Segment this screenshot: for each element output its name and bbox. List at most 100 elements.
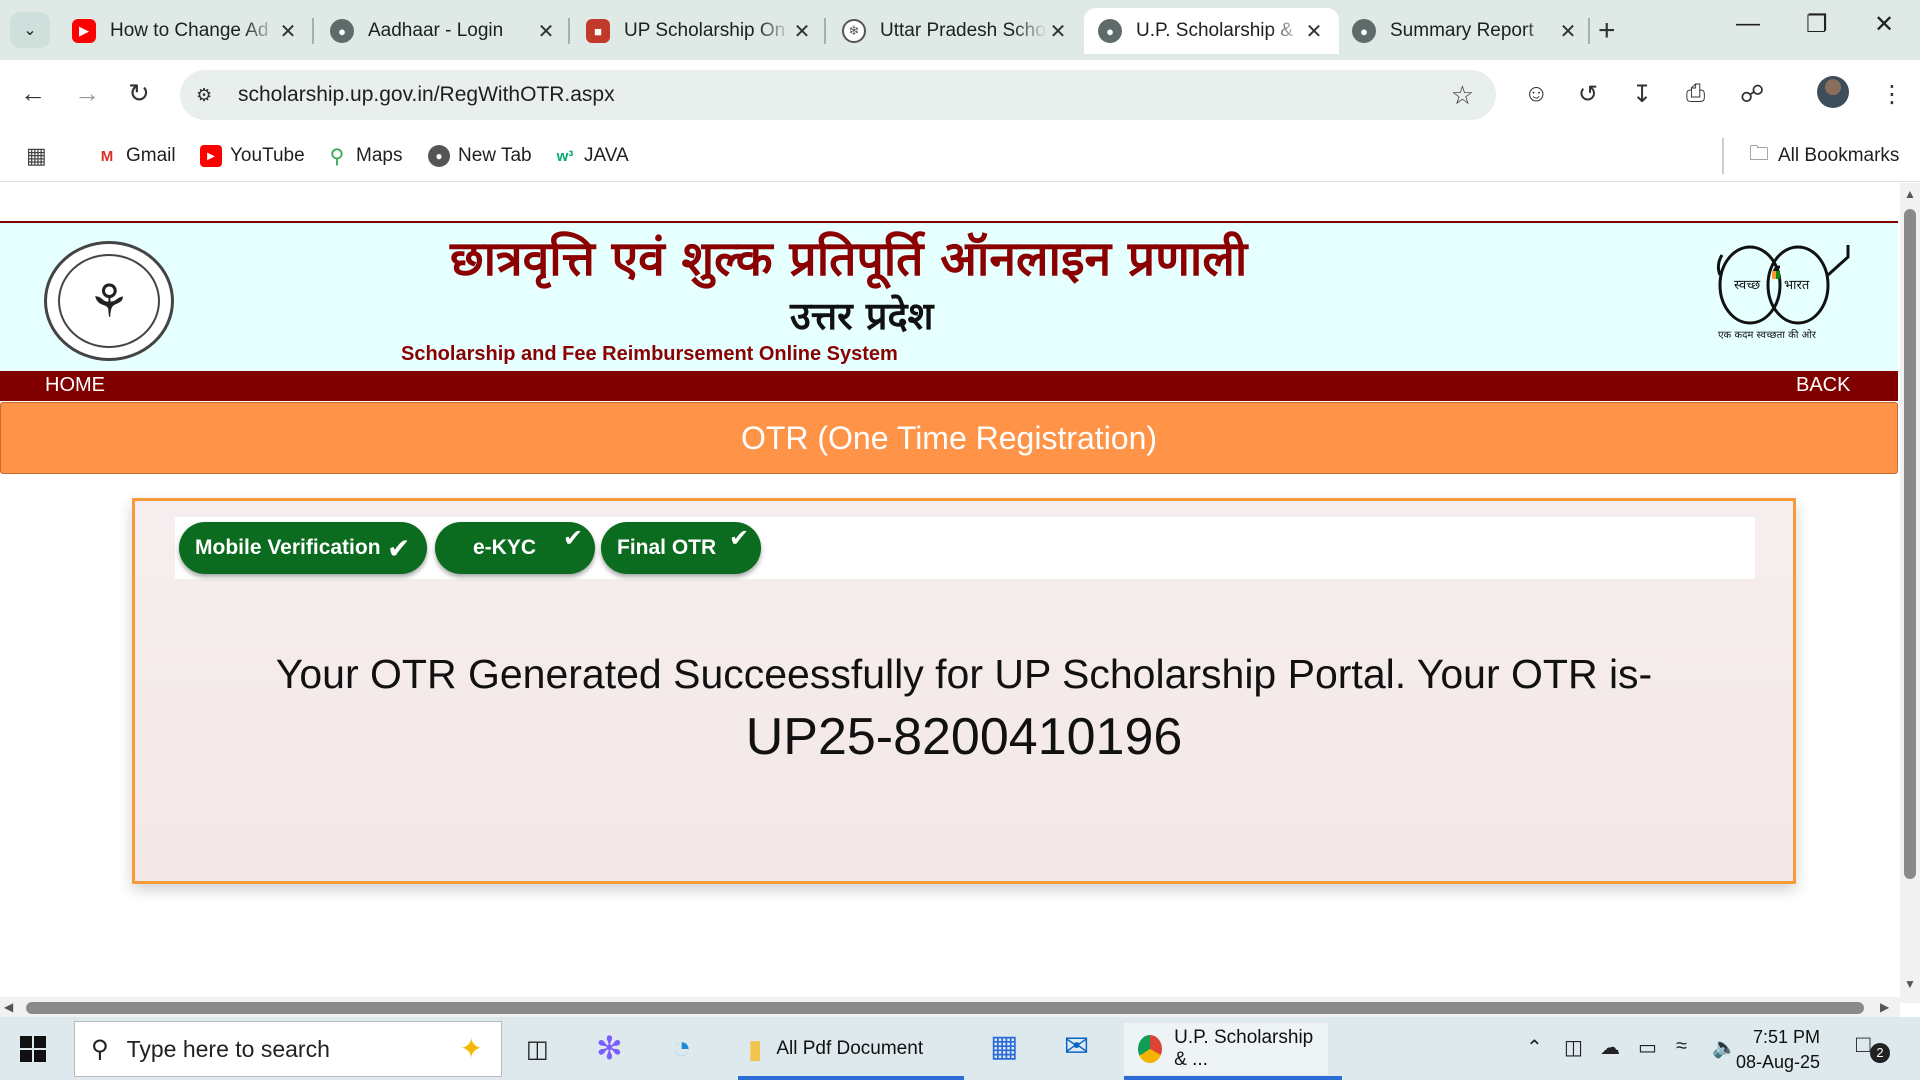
search-icon: ⚲ xyxy=(91,1035,109,1063)
outlook-icon[interactable]: ✉ xyxy=(1064,1029,1089,1064)
link-icon[interactable]: ☍ xyxy=(1740,80,1764,109)
close-icon[interactable]: ✕ xyxy=(1047,19,1069,44)
chevron-up-icon[interactable]: ⌃ xyxy=(1526,1035,1543,1060)
microsoft-store-icon[interactable]: ▦ xyxy=(990,1029,1018,1064)
vertical-scrollbar[interactable]: ▲ ▼ xyxy=(1900,183,1920,1003)
clock-time: 7:51 PM xyxy=(1752,1027,1820,1047)
all-bookmarks[interactable]: 🗀 All Bookmarks xyxy=(1722,138,1899,174)
swachh-tagline: एक कदम स्वच्छता की ओर xyxy=(1718,330,1816,341)
device-icon[interactable]: ◫ xyxy=(1564,1035,1583,1060)
bookmark-gmail[interactable]: M Gmail xyxy=(96,138,176,174)
close-icon[interactable]: ✕ xyxy=(1557,19,1579,44)
web-page: ⚘ छात्रवृत्ति एवं शुल्क प्रतिपूर्ति ऑनला… xyxy=(0,183,1900,1003)
bookmark-star-icon[interactable]: ☆ xyxy=(1451,80,1474,111)
tab-title: Uttar Pradesh Scho xyxy=(880,20,1046,41)
app-active-indicator xyxy=(738,1076,964,1080)
restore-icon[interactable]: ❐ xyxy=(1806,10,1828,39)
apps-grid-icon[interactable]: ▦ xyxy=(26,138,47,174)
search-placeholder: Type here to search xyxy=(126,1035,330,1062)
tab-3[interactable]: ❄ Uttar Pradesh Scho ✕ xyxy=(828,8,1083,54)
notification-button[interactable]: □ 2 xyxy=(1856,1031,1890,1063)
step-label: Final OTR xyxy=(617,536,717,559)
bookmark-label: Maps xyxy=(356,145,403,166)
wifi-icon[interactable]: ≈ xyxy=(1676,1035,1687,1058)
close-icon[interactable]: ✕ xyxy=(1303,19,1325,44)
start-button[interactable] xyxy=(20,1017,46,1080)
scroll-left-arrow-icon[interactable]: ◀ xyxy=(4,1000,13,1014)
bookmarks-bar: ▦ M Gmail ▶ YouTube ⚲ Maps ● New Tab w³ … xyxy=(0,130,1920,182)
taskbar-search-box[interactable]: ⚲ Type here to search ✦ xyxy=(74,1021,502,1077)
bookmark-label: YouTube xyxy=(230,145,305,166)
vertical-scroll-thumb[interactable] xyxy=(1904,209,1916,879)
youtube-icon: ▶ xyxy=(200,145,222,167)
scroll-right-arrow-icon[interactable]: ▶ xyxy=(1880,1000,1889,1014)
forward-arrow-icon[interactable]: → xyxy=(74,78,100,109)
tab-separator xyxy=(1588,18,1590,44)
emblem-bow-fish-icon: ⚘ xyxy=(58,254,160,348)
app-label: U.P. Scholarship & ... xyxy=(1174,1027,1314,1070)
taskbar-app-pdf-folder[interactable]: ▮ All Pdf Document xyxy=(748,1023,923,1075)
tab-search-button[interactable]: ⌄ xyxy=(10,12,50,48)
swachh-bharat-logo: स्वच्छ भारत एक कदम स्वच्छता की ओर xyxy=(1712,235,1852,345)
window-close-icon[interactable]: ✕ xyxy=(1874,10,1894,39)
close-icon[interactable]: ✕ xyxy=(791,19,813,44)
tab-title: How to Change Ad xyxy=(110,20,269,41)
tab-0[interactable]: ▶ How to Change Ad ✕ xyxy=(58,8,313,54)
bookmark-java[interactable]: w³ JAVA xyxy=(554,138,629,174)
app-label: All Pdf Document xyxy=(776,1038,924,1059)
task-view-icon[interactable]: ◫ xyxy=(526,1035,549,1064)
bookmark-maps[interactable]: ⚲ Maps xyxy=(326,138,403,174)
chrome-icon xyxy=(1138,1035,1163,1063)
battery-icon[interactable]: ▭ xyxy=(1638,1035,1657,1060)
bookmark-youtube[interactable]: ▶ YouTube xyxy=(200,138,305,174)
tab-strip: ⌄ ▶ How to Change Ad ✕ ● Aadhaar - Login… xyxy=(0,0,1920,60)
notification-icon: □ xyxy=(1856,1031,1871,1058)
print-icon[interactable]: ⎙ xyxy=(1686,80,1705,108)
otr-banner: OTR (One Time Registration) xyxy=(0,402,1898,474)
otr-banner-title: OTR (One Time Registration) xyxy=(740,419,1158,456)
site-title-english: Scholarship and Fee Reimbursement Online… xyxy=(401,343,898,365)
profile-avatar[interactable] xyxy=(1817,76,1849,108)
checkmark-icon: ✔ xyxy=(387,533,411,564)
edge-icon[interactable]: ◔ xyxy=(672,1029,691,1066)
tab-separator xyxy=(568,18,570,44)
w3-icon: w³ xyxy=(556,147,574,165)
scroll-up-arrow-icon[interactable]: ▲ xyxy=(1904,187,1916,201)
reload-icon[interactable]: ↻ xyxy=(128,78,150,109)
bookmark-new-tab[interactable]: ● New Tab xyxy=(428,138,532,174)
address-bar[interactable]: ⚙ scholarship.up.gov.in/RegWithOTR.aspx … xyxy=(180,70,1496,120)
system-clock[interactable]: 7:51 PM 08-Aug-25 xyxy=(1728,1025,1820,1075)
history-icon[interactable]: ↺ xyxy=(1578,80,1598,109)
close-icon[interactable]: ✕ xyxy=(277,19,299,44)
incognito-icon[interactable]: ☺ xyxy=(1524,80,1549,108)
minimize-icon[interactable]: — xyxy=(1736,10,1760,38)
copilot-icon[interactable]: ✻ xyxy=(596,1029,623,1067)
otr-success-message: Your OTR Generated Succeessfully for UP … xyxy=(275,651,1653,697)
notification-count-badge: 2 xyxy=(1870,1043,1890,1063)
back-arrow-icon[interactable]: ← xyxy=(20,78,46,109)
url-text[interactable]: scholarship.up.gov.in/RegWithOTR.aspx xyxy=(238,83,615,107)
menu-kebab-icon[interactable]: ⋮ xyxy=(1880,80,1904,109)
bookmark-label: JAVA xyxy=(584,145,629,166)
tab-5[interactable]: ● Summary Report ✕ xyxy=(1338,8,1593,54)
taskbar-app-chrome[interactable]: U.P. Scholarship & ... xyxy=(1124,1023,1328,1075)
horizontal-scrollbar[interactable]: ◀ ▶ xyxy=(0,997,1900,1017)
close-icon[interactable]: ✕ xyxy=(535,19,557,44)
home-link[interactable]: HOME xyxy=(45,374,105,397)
tab-4-active[interactable]: ● U.P. Scholarship & ✕ xyxy=(1084,8,1339,54)
tab-title: U.P. Scholarship & xyxy=(1136,20,1294,41)
step-mobile-verification: Mobile Verification ✔ xyxy=(179,522,427,574)
tab-1[interactable]: ● Aadhaar - Login ✕ xyxy=(316,8,571,54)
folder-icon: 🗀 xyxy=(1749,143,1769,165)
youtube-icon: ▶ xyxy=(72,19,96,43)
download-icon[interactable]: ↧ xyxy=(1632,80,1652,109)
site-settings-icon[interactable]: ⚙ xyxy=(196,85,226,106)
tab-2[interactable]: ■ UP Scholarship On ✕ xyxy=(572,8,827,54)
horizontal-scroll-thumb[interactable] xyxy=(26,1002,1864,1014)
step-ekyc: e-KYC ✔ xyxy=(435,522,595,574)
back-link[interactable]: BACK xyxy=(1796,374,1850,397)
step-label: Mobile Verification xyxy=(195,536,381,559)
onedrive-cloud-icon[interactable]: ☁ xyxy=(1600,1035,1620,1060)
scroll-down-arrow-icon[interactable]: ▼ xyxy=(1904,977,1916,991)
new-tab-plus-icon[interactable]: + xyxy=(1598,14,1616,48)
